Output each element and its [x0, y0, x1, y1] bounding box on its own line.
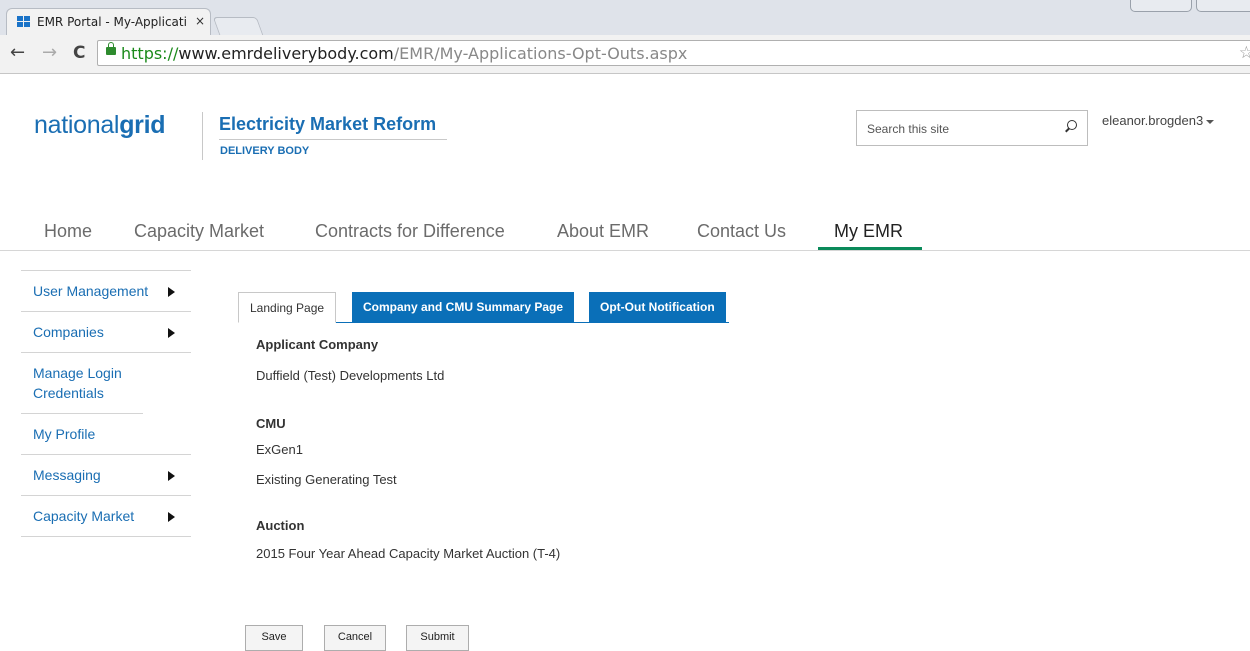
expand-arrow-icon — [168, 512, 175, 522]
new-tab-button[interactable] — [212, 17, 264, 35]
nav-about-emr[interactable]: About EMR — [557, 221, 649, 242]
auction-label: Auction — [256, 518, 305, 533]
site-favicon-icon — [17, 16, 31, 29]
sidebar-item-my-profile[interactable]: My Profile — [21, 414, 191, 455]
sidebar-item-label: User Management — [33, 283, 149, 299]
sidebar-item-manage-login-credentials[interactable]: Manage Login Credentials — [21, 353, 143, 414]
tab-landing-page[interactable]: Landing Page — [238, 292, 337, 323]
expand-arrow-icon — [168, 328, 175, 338]
username: eleanor.brogden3 — [1102, 113, 1204, 128]
submit-button[interactable]: Submit — [406, 625, 469, 651]
expand-arrow-icon — [168, 287, 175, 297]
forward-icon[interactable]: → — [42, 42, 57, 63]
cmu-label: CMU — [256, 416, 286, 431]
cmu-id-value: ExGen1 — [256, 442, 303, 457]
active-nav-indicator — [818, 247, 922, 250]
reload-icon[interactable]: C — [73, 43, 85, 63]
nav-contact-us[interactable]: Contact Us — [697, 221, 786, 242]
nav-home[interactable]: Home — [44, 221, 92, 242]
sidebar: User Management Companies Manage Login C… — [21, 270, 191, 537]
search-input[interactable]: Search this site — [867, 122, 949, 136]
applicant-company-label: Applicant Company — [256, 337, 379, 352]
close-tab-icon[interactable]: × — [195, 14, 205, 28]
header-divider — [202, 112, 203, 160]
browser-tab[interactable]: EMR Portal - My-Applicati × — [6, 8, 211, 35]
sidebar-item-messaging[interactable]: Messaging — [21, 455, 191, 496]
site-subtitle: DELIVERY BODY — [220, 145, 310, 157]
applicant-company-value: Duffield (Test) Developments Ltd — [256, 368, 445, 383]
auction-value: 2015 Four Year Ahead Capacity Market Auc… — [256, 546, 561, 561]
user-menu[interactable]: eleanor.brogden3 — [1102, 113, 1215, 128]
lock-icon — [106, 42, 116, 55]
maximize-button[interactable] — [1196, 0, 1250, 12]
search-box[interactable]: Search this site — [856, 110, 1088, 146]
back-icon[interactable]: ← — [10, 42, 25, 63]
browser-toolbar: ← → C https://www.emrdeliverybody.com/EM… — [0, 35, 1250, 74]
sidebar-item-label: Companies — [33, 324, 104, 340]
tab-company-cmu-summary[interactable]: Company and CMU Summary Page — [352, 292, 575, 322]
sidebar-item-capacity-market[interactable]: Capacity Market — [21, 496, 191, 537]
chevron-down-icon — [1206, 119, 1215, 124]
search-icon[interactable] — [1065, 120, 1077, 132]
sidebar-item-user-management[interactable]: User Management — [21, 271, 191, 312]
sidebar-item-companies[interactable]: Companies — [21, 312, 191, 353]
sidebar-item-label: Manage Login Credentials — [33, 365, 122, 401]
title-rule — [219, 139, 447, 140]
nav-my-emr[interactable]: My EMR — [834, 221, 903, 242]
main-nav: Home Capacity Market Contracts for Diffe… — [0, 213, 1250, 251]
site-title[interactable]: Electricity Market Reform — [219, 114, 436, 135]
sidebar-item-label: Messaging — [33, 467, 101, 483]
address-bar[interactable]: https://www.emrdeliverybody.com/EMR/My-A… — [97, 40, 1250, 66]
nav-capacity-market[interactable]: Capacity Market — [134, 221, 264, 242]
browser-tab-bar: EMR Portal - My-Applicati × — [0, 0, 1250, 35]
national-grid-logo[interactable]: nationalgrid — [34, 111, 166, 140]
sidebar-item-label: My Profile — [33, 426, 96, 442]
browser-tab-title: EMR Portal - My-Applicati — [37, 15, 187, 29]
minimize-button[interactable] — [1130, 0, 1192, 12]
url-text: https://www.emrdeliverybody.com/EMR/My-A… — [121, 44, 688, 63]
nav-contracts-for-difference[interactable]: Contracts for Difference — [315, 221, 505, 242]
cmu-name-value: Existing Generating Test — [256, 472, 397, 487]
bookmark-star-icon[interactable]: ☆ — [1239, 43, 1250, 63]
save-button[interactable]: Save — [245, 625, 303, 651]
sidebar-item-label: Capacity Market — [33, 508, 135, 524]
tab-opt-out-notification[interactable]: Opt-Out Notification — [589, 292, 726, 322]
expand-arrow-icon — [168, 471, 175, 481]
cancel-button[interactable]: Cancel — [324, 625, 386, 651]
